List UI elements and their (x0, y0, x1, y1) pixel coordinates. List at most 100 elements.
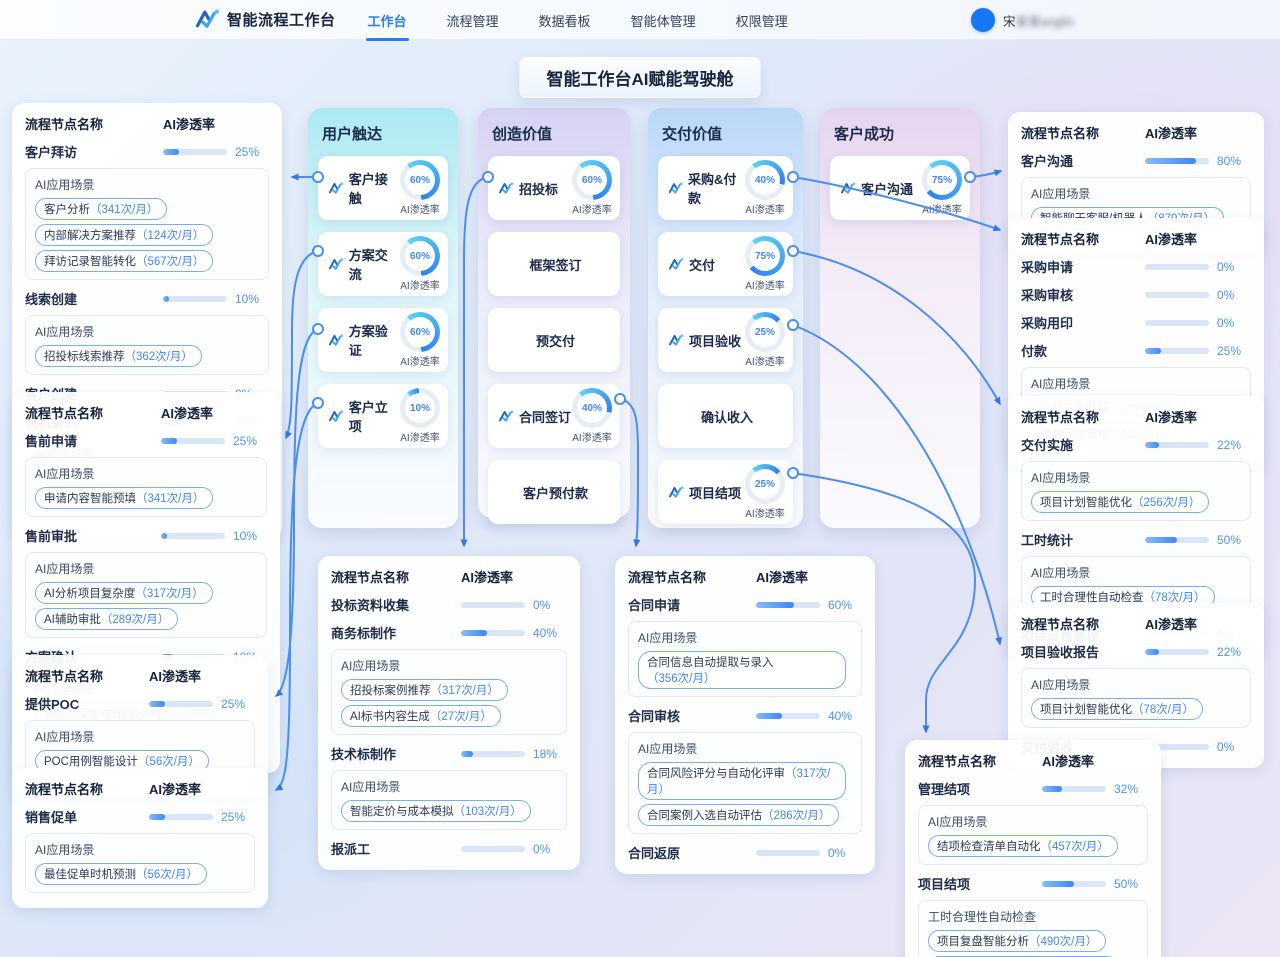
gauge-label: AI渗透率 (745, 277, 784, 292)
gauge-value: 60% (405, 165, 435, 195)
panel-header-node-label: 流程节点名称 (25, 403, 161, 422)
nav-tabs: 工作台流程管理数据看板智能体管理权限管理 (366, 0, 790, 41)
ai-scenario-tag[interactable]: 拜访记录智能转化（567次/月） (35, 250, 213, 272)
gauge-block: 25%AI渗透率 (745, 312, 785, 368)
stage-card[interactable]: 客户预付款 (488, 460, 620, 524)
process-node-name: 客户沟通 (1021, 151, 1145, 170)
stage-card[interactable]: 预交付 (488, 308, 620, 372)
panel-header-rate-label: AI渗透率 (1145, 614, 1251, 633)
ai-logo-icon (196, 9, 220, 30)
stage-card[interactable]: 交付75%AI渗透率 (658, 232, 793, 296)
ai-scenario-label: AI应用场景 (341, 778, 557, 795)
ai-scenario-tag[interactable]: 客户分析（341次/月） (35, 198, 167, 220)
penetration-value: 80% (1217, 154, 1251, 168)
process-node-name: 项目结项 (918, 874, 1042, 893)
ai-scenario-tag[interactable]: 项目计划智能优化（78次/月） (1031, 698, 1203, 720)
gauge-block: 25%AI渗透率 (745, 464, 785, 520)
panel-header: 流程节点名称AI渗透率 (25, 403, 267, 422)
gauge-value: 60% (577, 165, 607, 195)
panel-header-rate-label: AI渗透率 (163, 114, 269, 133)
penetration-value: 40% (533, 626, 567, 640)
ai-scenario-tag[interactable]: 招投标线索推荐（362次/月） (35, 345, 202, 367)
nav-tab-1[interactable]: 工作台 (366, 0, 409, 41)
stage-card[interactable]: 项目结项25%AI渗透率 (658, 460, 793, 524)
penetration-value: 25% (221, 697, 255, 711)
ai-scenario-tag[interactable]: 结项检查清单自动化（457次/月） (928, 835, 1118, 857)
ai-scenario-tag[interactable]: AI标书内容生成（27次/月） (341, 705, 501, 727)
stage-card[interactable]: 方案验证60%AI渗透率 (318, 308, 448, 372)
panel-header-rate-label: AI渗透率 (149, 779, 255, 798)
stage-card[interactable]: 合同签订40%AI渗透率 (488, 384, 620, 448)
gauge-block: 60%AI渗透率 (400, 312, 440, 368)
gauge-value: 10% (405, 393, 435, 423)
ai-scenario-label: AI应用场景 (35, 560, 257, 577)
panel-header: 流程节点名称AI渗透率 (25, 114, 269, 133)
ai-scenario-box: 工时合理性自动检查项目复盘智能分析（490次/月）知识自动提炼与归档（490次/… (918, 900, 1148, 957)
ai-scenario-tag[interactable]: AI辅助审批（289次/月） (35, 608, 178, 630)
ai-scenario-tag[interactable]: AI分析项目复杂度（317次/月） (35, 582, 213, 604)
penetration-value: 0% (1217, 740, 1251, 754)
stage-card[interactable]: 招投标60%AI渗透率 (488, 156, 620, 220)
process-node-name: 交付实施 (1021, 435, 1145, 454)
stage-card[interactable]: 方案交流60%AI渗透率 (318, 232, 448, 296)
ai-scenario-tag[interactable]: 合同案例入选自动评估（286次/月） (638, 804, 839, 826)
ai-scenario-tag[interactable]: 项目计划智能优化（256次/月） (1031, 491, 1209, 513)
penetration-bar (1042, 881, 1106, 887)
ai-scenario-tag[interactable]: 合同风险评分与自动化评审（317次/月） (638, 762, 846, 800)
ai-scenario-label: AI应用场景 (35, 728, 245, 745)
ai-scenario-box: AI应用场景结项检查清单自动化（457次/月） (918, 805, 1148, 865)
process-node-row: 项目结项50% (918, 874, 1148, 893)
penetration-value: 0% (828, 846, 862, 860)
process-node-name: 项目验收报告 (1021, 642, 1145, 661)
gauge-block: 40%AI渗透率 (572, 388, 612, 444)
ai-scenario-label: AI应用场景 (1031, 676, 1241, 693)
process-node-row: 提供POC25% (25, 694, 255, 713)
penetration-bar-fill (161, 438, 177, 444)
ai-scenario-label: AI应用场景 (928, 813, 1138, 830)
ai-logo-icon (669, 334, 684, 347)
penetration-bar (161, 533, 225, 539)
penetration-bar (756, 850, 820, 856)
stage-card[interactable]: 项目验收25%AI渗透率 (658, 308, 793, 372)
stage-card[interactable]: 确认收入 (658, 384, 793, 448)
penetration-value: 0% (1217, 316, 1251, 330)
user-name: 宋某某anglin (1003, 11, 1074, 30)
stage-card[interactable]: 框架签订 (488, 232, 620, 296)
penetration-value: 0% (533, 842, 567, 856)
stage-card[interactable]: 采购&付款40%AI渗透率 (658, 156, 793, 220)
panel-header: 流程节点名称AI渗透率 (25, 666, 255, 685)
ai-scenario-tag[interactable]: 项目复盘智能分析（490次/月） (928, 930, 1106, 952)
panel-header-node-label: 流程节点名称 (1021, 407, 1145, 426)
ai-scenario-tag[interactable]: 最佳促单时机预测（56次/月） (35, 863, 207, 885)
ai-scenario-tag[interactable]: 申请内容智能预填（341次/月） (35, 487, 213, 509)
process-node-name: 客户拜访 (25, 142, 163, 161)
stage-card-name: 客户立项 (329, 397, 400, 435)
stage-title: 创造价值 (492, 123, 620, 144)
penetration-bar-fill (756, 602, 794, 608)
gauge-value: 40% (750, 165, 780, 195)
process-node-row: 合同返原0% (628, 843, 862, 862)
user-avatar[interactable] (971, 8, 995, 32)
nav-tab-2[interactable]: 流程管理 (445, 0, 501, 41)
ai-scenario-box: AI应用场景项目计划智能优化（256次/月） (1021, 461, 1251, 521)
ai-scenario-tag[interactable]: 招投标案例推荐（317次/月） (341, 679, 508, 701)
ai-scenario-label: AI应用场景 (638, 629, 852, 646)
penetration-gauge: 60% (400, 312, 440, 352)
panel-header-node-label: 流程节点名称 (1021, 123, 1145, 142)
user-menu[interactable]: 宋某某anglin (971, 8, 1074, 32)
process-node-row: 采购申请0% (1021, 257, 1251, 276)
stage-card[interactable]: 客户立项10%AI渗透率 (318, 384, 448, 448)
nav-tab-3[interactable]: 数据看板 (537, 0, 593, 41)
ai-scenario-tag[interactable]: 内部解决方案推荐（124次/月） (35, 224, 213, 246)
nav-tab-5[interactable]: 权限管理 (734, 0, 790, 41)
penetration-gauge: 75% (745, 236, 785, 276)
stage-card[interactable]: 客户沟通75%AI渗透率 (830, 156, 970, 220)
ai-scenario-tag[interactable]: 合同信息自动提取与录入（356次/月） (638, 651, 846, 689)
process-node-name: 管理结项 (918, 779, 1042, 798)
ai-scenario-tag[interactable]: 智能定价与成本模拟（103次/月） (341, 800, 531, 822)
stage-card-name: 方案交流 (329, 245, 400, 283)
stage-card[interactable]: 客户接触60%AI渗透率 (318, 156, 448, 220)
penetration-gauge: 40% (745, 160, 785, 200)
gauge-value: 60% (405, 241, 435, 271)
nav-tab-4[interactable]: 智能体管理 (629, 0, 698, 41)
